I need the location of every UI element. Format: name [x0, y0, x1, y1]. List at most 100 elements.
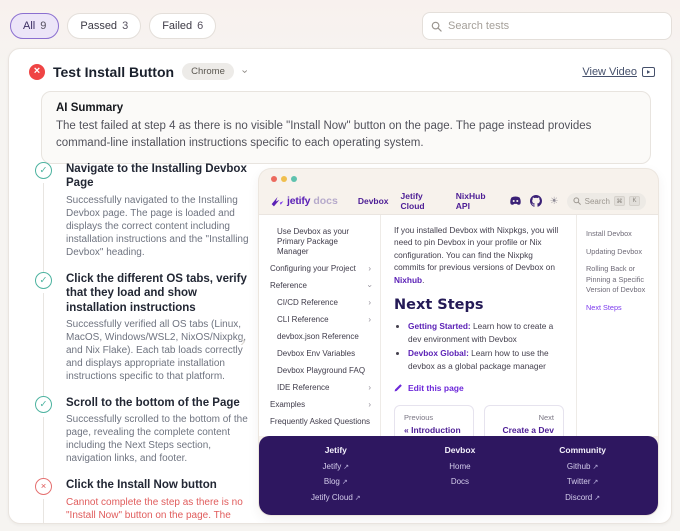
footer-link-home[interactable]: Home — [445, 459, 476, 474]
intro-paragraph: If you installed Devbox with Nixpkgs, yo… — [394, 225, 559, 285]
step-title: Click the different OS tabs, verify that… — [66, 272, 247, 314]
window-chrome-bar — [259, 169, 658, 188]
external-link-icon: ↗ — [341, 479, 348, 487]
next-steps-list: Getting Started: Learn how to create a d… — [397, 320, 564, 372]
docs-navbar: jetify docs Devbox Jetify Cloud NixHub A… — [259, 188, 658, 214]
external-link-icon: ↗ — [594, 494, 601, 502]
filter-passed-label: Passed — [80, 20, 118, 32]
pencil-icon — [394, 383, 403, 392]
steps-timeline: ✓ Navigate to the Installing Devbox Page… — [35, 162, 251, 523]
sidebar-item-configuring-project[interactable]: Configuring your Project › — [267, 260, 374, 277]
sidebar-item-cli-reference[interactable]: CLI Reference › — [267, 311, 374, 328]
filter-all-count: 9 — [40, 20, 47, 32]
docs-search-button[interactable]: Search ⌘ K — [566, 192, 646, 210]
ai-summary-title: AI Summary — [56, 102, 124, 114]
external-link-icon: ↗ — [592, 479, 599, 487]
sidebar-item-cicd-reference[interactable]: CI/CD Reference › — [267, 294, 374, 311]
sidebar-item-ide-reference[interactable]: IDE Reference › — [267, 379, 374, 396]
step-failed-icon: × — [35, 478, 52, 496]
footer-link-docs[interactable]: Docs — [445, 474, 476, 489]
list-item: Devbox Global: Learn how to use the devb… — [408, 347, 564, 372]
panel-expand-chevron-icon[interactable]: › — [240, 331, 246, 351]
step-passed-icon: ✓ — [35, 162, 52, 179]
footer-link-discord[interactable]: Discord ↗ — [559, 490, 606, 505]
search-tests-box[interactable] — [422, 12, 672, 40]
filter-failed[interactable]: Failed 6 — [149, 13, 217, 39]
step-description: Successfully scrolled to the bottom of t… — [66, 414, 248, 465]
footer-link-twitter[interactable]: Twitter ↗ — [559, 474, 606, 489]
sidebar-item-reference[interactable]: Reference › — [267, 277, 375, 294]
status-filter-pills: All 9 Passed 3 Failed 6 — [10, 13, 217, 39]
edit-this-page-label: Edit this page — [408, 382, 464, 393]
search-icon — [431, 21, 442, 32]
jetify-logo-icon — [271, 196, 284, 206]
step-1[interactable]: ✓ Navigate to the Installing Devbox Page… — [35, 162, 251, 272]
footer-col-community: Community Github ↗ Twitter ↗ Discord ↗ — [559, 445, 606, 505]
previous-page-card[interactable]: Previous « Introduction — [394, 404, 474, 437]
sidebar-item-examples[interactable]: Examples › — [267, 396, 374, 413]
sidebar-item-devbox-env-variables[interactable]: Devbox Env Variables — [267, 345, 374, 362]
chevron-down-icon[interactable]: › — [238, 70, 250, 74]
footer-link-blog[interactable]: Blog ↗ — [311, 474, 361, 489]
filter-all-label: All — [23, 20, 36, 32]
test-failed-icon: × — [29, 63, 45, 80]
step-description: Successfully navigated to the Installing… — [66, 194, 249, 258]
step-4[interactable]: × Click the Install Now button Cannot co… — [35, 478, 251, 523]
edit-this-page-link[interactable]: Edit this page — [394, 383, 564, 393]
sidebar-item-primary-package-manager[interactable]: Use Devbox as your Primary Package Manag… — [267, 223, 374, 260]
list-item: Getting Started: Learn how to create a d… — [408, 320, 564, 345]
toc-item-rolling-back[interactable]: Rolling Back or Pinning a Specific Versi… — [586, 264, 652, 296]
docs-search-label: Search — [584, 196, 610, 206]
nav-link-devbox[interactable]: Devbox — [358, 196, 389, 206]
theme-toggle-sun-icon[interactable]: ☀ — [550, 196, 559, 207]
jetify-logo[interactable]: jetify docs — [271, 195, 338, 207]
devbox-global-link[interactable]: Devbox Global: — [408, 348, 469, 358]
chevron-right-icon: › — [368, 263, 371, 273]
sidebar-item-devbox-json-reference[interactable]: devbox.json Reference — [267, 328, 374, 345]
step-passed-icon: ✓ — [35, 395, 52, 413]
nav-link-jetify-cloud[interactable]: Jetify Cloud — [401, 191, 444, 211]
footer-link-jetify-cloud[interactable]: Jetify Cloud ↗ — [311, 490, 361, 505]
step-3[interactable]: ✓ Scroll to the bottom of the Page Succe… — [35, 395, 251, 479]
video-window-icon — [642, 66, 655, 77]
sidebar-item-faq[interactable]: Frequently Asked Questions — [267, 413, 374, 430]
toc-item-updating-devbox[interactable]: Updating Devbox — [586, 247, 652, 258]
pagination-cards: Previous « Introduction Next Create a De… — [394, 404, 564, 437]
search-icon — [573, 197, 581, 205]
external-link-icon: ↗ — [343, 464, 350, 472]
test-title: Test Install Button — [53, 63, 175, 80]
cross-icon: × — [40, 481, 47, 492]
window-close-dot — [271, 175, 277, 182]
next-page-card[interactable]: Next Create a Dev Environment with Devbo… — [484, 404, 564, 437]
cmd-key-icon: ⌘ — [614, 196, 625, 206]
docs-body: Use Devbox as your Primary Package Manag… — [259, 214, 658, 437]
test-result-card: × Test Install Button Chrome › View Vide… — [8, 48, 672, 524]
next-steps-heading: Next Steps — [394, 297, 484, 314]
toc-item-install-devbox[interactable]: Install Devbox — [586, 229, 652, 240]
toc-item-next-steps[interactable]: Next Steps — [586, 303, 652, 314]
filter-passed[interactable]: Passed 3 — [67, 13, 142, 39]
check-icon: ✓ — [39, 164, 48, 176]
footer-link-jetify[interactable]: Jetify ↗ — [311, 459, 361, 474]
getting-started-link[interactable]: Getting Started: — [408, 321, 471, 331]
docs-main-content: If you installed Devbox with Nixpkgs, yo… — [381, 215, 576, 437]
browser-badge[interactable]: Chrome — [182, 63, 234, 80]
chevron-right-icon: › — [368, 399, 371, 409]
filter-all[interactable]: All 9 — [10, 13, 60, 39]
search-tests-input[interactable] — [448, 20, 663, 32]
step-description: Cannot complete the step as there is no … — [66, 496, 243, 523]
check-icon: ✓ — [39, 398, 48, 410]
view-video-link[interactable]: View Video — [582, 66, 655, 78]
nav-link-nixhub-api[interactable]: NixHub API — [456, 191, 497, 211]
check-icon: ✓ — [39, 274, 48, 286]
discord-icon[interactable] — [509, 196, 522, 206]
sidebar-item-devbox-playground-faq[interactable]: Devbox Playground FAQ — [267, 362, 374, 379]
step-title: Navigate to the Installing Devbox Page — [66, 163, 247, 190]
github-icon[interactable] — [529, 195, 542, 207]
footer-col-jetify: Jetify Jetify ↗ Blog ↗ Jetify Cloud ↗ — [311, 445, 361, 505]
footer-link-github[interactable]: Github ↗ — [559, 459, 606, 474]
next-caption: Next — [538, 412, 554, 422]
nixhub-link[interactable]: Nixhub — [394, 275, 422, 285]
step-2[interactable]: ✓ Click the different OS tabs, verify th… — [35, 271, 251, 397]
k-key-icon: K — [629, 196, 640, 206]
